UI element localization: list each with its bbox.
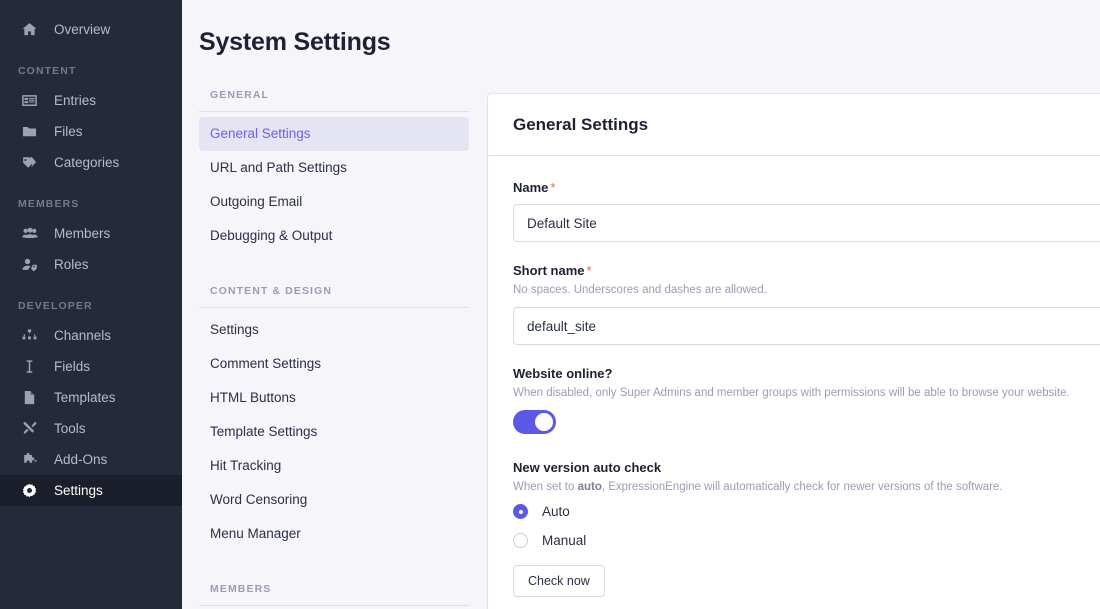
subnav-heading-general: GENERAL [199, 89, 469, 101]
sidebar-item-channels[interactable]: Channels [0, 320, 182, 351]
radio-option-auto[interactable]: Auto [513, 504, 1087, 519]
app-root: Overview CONTENT Entries Files Categorie… [0, 0, 1100, 609]
sidebar-item-label: Overview [54, 22, 110, 37]
toggle-knob [535, 413, 553, 431]
field-version-check: New version auto check When set to auto,… [513, 460, 1087, 597]
sidebar-group-heading-developer: DEVELOPER [0, 300, 182, 312]
sidebar-item-label: Add-Ons [54, 452, 107, 467]
field-short-name-label-text: Short name [513, 263, 585, 278]
radio-auto-label: Auto [542, 504, 570, 519]
field-short-name-label: Short name* [513, 263, 1087, 278]
radio-manual-indicator [513, 533, 528, 548]
subnav-item-html-buttons[interactable]: HTML Buttons [199, 381, 469, 415]
subnav-item-settings[interactable]: Settings [199, 313, 469, 347]
sidebar-item-label: Categories [54, 155, 119, 170]
sidebar-item-label: Templates [54, 390, 116, 405]
field-website-online: Website online? When disabled, only Supe… [513, 366, 1087, 439]
sidebar-item-files[interactable]: Files [0, 116, 182, 147]
radio-manual-label: Manual [542, 533, 586, 548]
subnav-item-outgoing-email[interactable]: Outgoing Email [199, 185, 469, 219]
sidebar-item-tools[interactable]: Tools [0, 413, 182, 444]
sidebar-item-settings[interactable]: Settings [0, 475, 182, 506]
subnav-item-url-and-path-settings[interactable]: URL and Path Settings [199, 151, 469, 185]
field-version-check-label: New version auto check [513, 460, 1087, 475]
puzzle-icon [22, 452, 44, 467]
field-short-name: Short name* No spaces. Underscores and d… [513, 263, 1087, 345]
sidebar-item-roles[interactable]: Roles [0, 249, 182, 280]
main-content: General Settings Name* Short name* No sp… [487, 0, 1100, 609]
secondary-nav-column: System Settings GENERAL General Settings… [182, 0, 487, 609]
subnav-item-comment-settings[interactable]: Comment Settings [199, 347, 469, 381]
tools-icon [22, 421, 44, 436]
sidebar-item-label: Files [54, 124, 83, 139]
sidebar-item-label: Members [54, 226, 110, 241]
field-website-online-label: Website online? [513, 366, 1087, 381]
required-marker: * [550, 180, 555, 195]
sidebar-item-addons[interactable]: Add-Ons [0, 444, 182, 475]
desc-part-2: , ExpressionEngine will automatically ch… [602, 481, 1003, 493]
field-version-check-description: When set to auto, ExpressionEngine will … [513, 480, 1087, 495]
users-icon [22, 226, 44, 241]
field-short-name-description: No spaces. Underscores and dashes are al… [513, 283, 1087, 298]
field-website-online-description: When disabled, only Super Admins and mem… [513, 386, 1087, 401]
sidebar-group-heading-members: MEMBERS [0, 198, 182, 210]
sidebar-item-entries[interactable]: Entries [0, 85, 182, 116]
short-name-input[interactable] [513, 307, 1100, 345]
check-now-button[interactable]: Check now [513, 565, 605, 597]
user-tag-icon [22, 257, 44, 272]
field-name: Name* [513, 180, 1087, 242]
sidebar-item-categories[interactable]: Categories [0, 147, 182, 178]
website-online-toggle[interactable] [513, 410, 556, 434]
sidebar-item-fields[interactable]: Fields [0, 351, 182, 382]
sidebar-item-label: Fields [54, 359, 90, 374]
tag-icon [22, 155, 44, 170]
sidebar-item-members[interactable]: Members [0, 218, 182, 249]
general-settings-panel: General Settings Name* Short name* No sp… [487, 93, 1100, 609]
radio-auto-indicator [513, 504, 528, 519]
sidebar-item-label: Channels [54, 328, 111, 343]
subnav-item-menu-manager[interactable]: Menu Manager [199, 517, 469, 551]
folder-icon [22, 124, 44, 139]
sidebar-item-label: Entries [54, 93, 96, 108]
subnav-item-hit-tracking[interactable]: Hit Tracking [199, 449, 469, 483]
primary-sidebar: Overview CONTENT Entries Files Categorie… [0, 0, 182, 609]
subnav-divider [199, 111, 469, 112]
sidebar-item-label: Settings [54, 483, 103, 498]
sidebar-item-overview[interactable]: Overview [0, 14, 182, 45]
subnav-item-word-censoring[interactable]: Word Censoring [199, 483, 469, 517]
panel-title: General Settings [513, 115, 1087, 135]
file-icon [22, 390, 44, 405]
text-cursor-icon [22, 359, 44, 374]
sidebar-item-label: Roles [54, 257, 89, 272]
sidebar-group-heading-content: CONTENT [0, 65, 182, 77]
subnav-item-debugging-output[interactable]: Debugging & Output [199, 219, 469, 253]
subnav-item-general-settings[interactable]: General Settings [199, 117, 469, 151]
panel-header: General Settings [488, 94, 1100, 156]
page-title: System Settings [199, 0, 469, 57]
panel-body: Name* Short name* No spaces. Underscores… [488, 156, 1100, 609]
subnav-item-template-settings[interactable]: Template Settings [199, 415, 469, 449]
sitemap-icon [22, 328, 44, 343]
desc-part-1: When set to [513, 481, 578, 493]
entries-icon [22, 93, 44, 108]
field-name-label: Name* [513, 180, 1087, 195]
required-marker: * [587, 263, 592, 278]
field-name-label-text: Name [513, 180, 548, 195]
home-icon [22, 22, 44, 37]
radio-option-manual[interactable]: Manual [513, 533, 1087, 548]
sidebar-item-label: Tools [54, 421, 86, 436]
subnav-heading-content-design: CONTENT & DESIGN [199, 285, 469, 297]
name-input[interactable] [513, 204, 1100, 242]
subnav-heading-members: MEMBERS [199, 583, 469, 595]
subnav-divider [199, 307, 469, 308]
gear-icon [22, 483, 44, 498]
sidebar-item-templates[interactable]: Templates [0, 382, 182, 413]
desc-bold: auto [578, 481, 602, 493]
subnav-divider [199, 605, 469, 606]
